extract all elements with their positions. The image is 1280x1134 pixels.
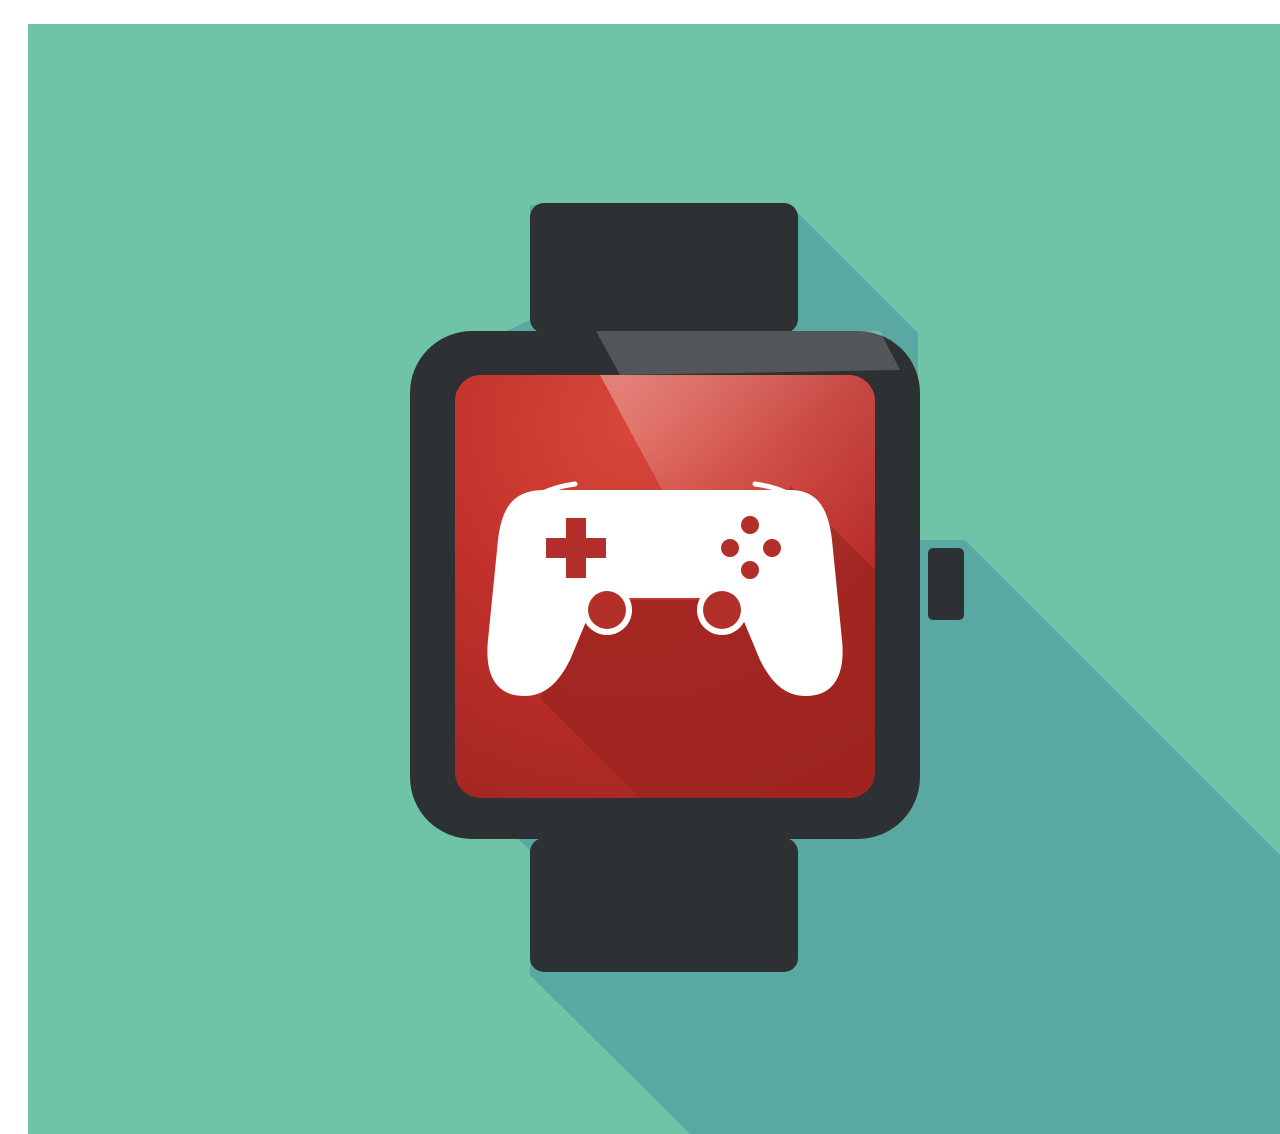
watch-crown-button xyxy=(928,548,964,620)
illustration xyxy=(0,0,1280,1134)
smartwatch-illustration xyxy=(28,24,1280,1134)
watch-strap-bottom xyxy=(530,838,798,972)
watch-strap-top xyxy=(530,203,798,333)
bezel-glare xyxy=(596,331,900,375)
